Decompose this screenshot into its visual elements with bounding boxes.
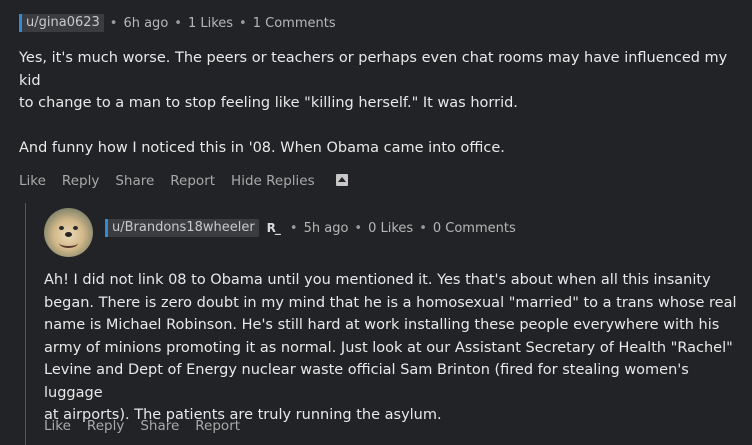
parent-likes: 1 Likes — [187, 15, 234, 31]
reply-button[interactable]: Reply — [62, 173, 99, 189]
rank-badge: R_ — [266, 221, 281, 235]
separator: • — [419, 220, 427, 236]
parent-comments: 1 Comments — [252, 15, 336, 31]
separator: • — [239, 15, 247, 31]
reply-thread-line — [25, 203, 26, 445]
share-button[interactable]: Share — [140, 418, 179, 434]
caret-up-box-icon — [335, 173, 348, 186]
body-line: to change to a man to stop feeling like … — [19, 95, 518, 111]
reply-body: Ah! I did not link 08 to Obama until you… — [44, 269, 749, 427]
report-button[interactable]: Report — [195, 418, 240, 434]
share-button[interactable]: Share — [115, 173, 154, 189]
parent-body: Yes, it's much worse. The peers or teach… — [19, 47, 739, 160]
reply-actions: Like Reply Share Report — [44, 418, 256, 434]
separator: • — [109, 15, 118, 31]
body-line: Yes, it's much worse. The peers or teach… — [19, 50, 728, 89]
parent-comment: u/gina0623 • 6h ago • 1 Likes • 1 Commen… — [19, 14, 739, 189]
parent-username[interactable]: u/gina0623 — [19, 14, 104, 32]
body-line: Ah! I did not link 08 to Obama until you… — [44, 272, 711, 288]
parent-meta: u/gina0623 • 6h ago • 1 Likes • 1 Commen… — [19, 14, 739, 32]
reply-comment: u/Brandons18wheeler R_ • 5h ago • 0 Like… — [105, 219, 745, 237]
reply-button[interactable]: Reply — [87, 418, 124, 434]
reply-time: 5h ago — [303, 220, 349, 236]
reply-username[interactable]: u/Brandons18wheeler — [105, 219, 259, 237]
hide-replies-label: Hide Replies — [231, 172, 315, 189]
avatar[interactable] — [44, 208, 93, 257]
body-line: name is Michael Robinson. He's still har… — [44, 317, 720, 333]
reply-comments: 0 Comments — [432, 220, 516, 236]
body-line: And funny how I noticed this in '08. Whe… — [19, 140, 505, 156]
body-line — [19, 115, 739, 138]
parent-time: 6h ago — [123, 15, 169, 31]
separator: • — [354, 220, 363, 236]
body-line: army of minions promoting it as normal. … — [44, 339, 733, 356]
report-button[interactable]: Report — [170, 173, 215, 189]
hide-replies-button[interactable]: Hide Replies — [231, 173, 364, 189]
reply-likes: 0 Likes — [368, 220, 414, 236]
body-line: began. There is zero doubt in my mind th… — [44, 294, 737, 311]
parent-actions: Like Reply Share Report Hide Replies — [19, 173, 739, 189]
like-button[interactable]: Like — [44, 418, 71, 434]
reply-meta: u/Brandons18wheeler R_ • 5h ago • 0 Like… — [105, 219, 745, 237]
body-line: Levine and Dept of Energy nuclear waste … — [44, 362, 689, 401]
separator: • — [174, 15, 182, 31]
separator: • — [289, 220, 298, 236]
like-button[interactable]: Like — [19, 173, 46, 189]
